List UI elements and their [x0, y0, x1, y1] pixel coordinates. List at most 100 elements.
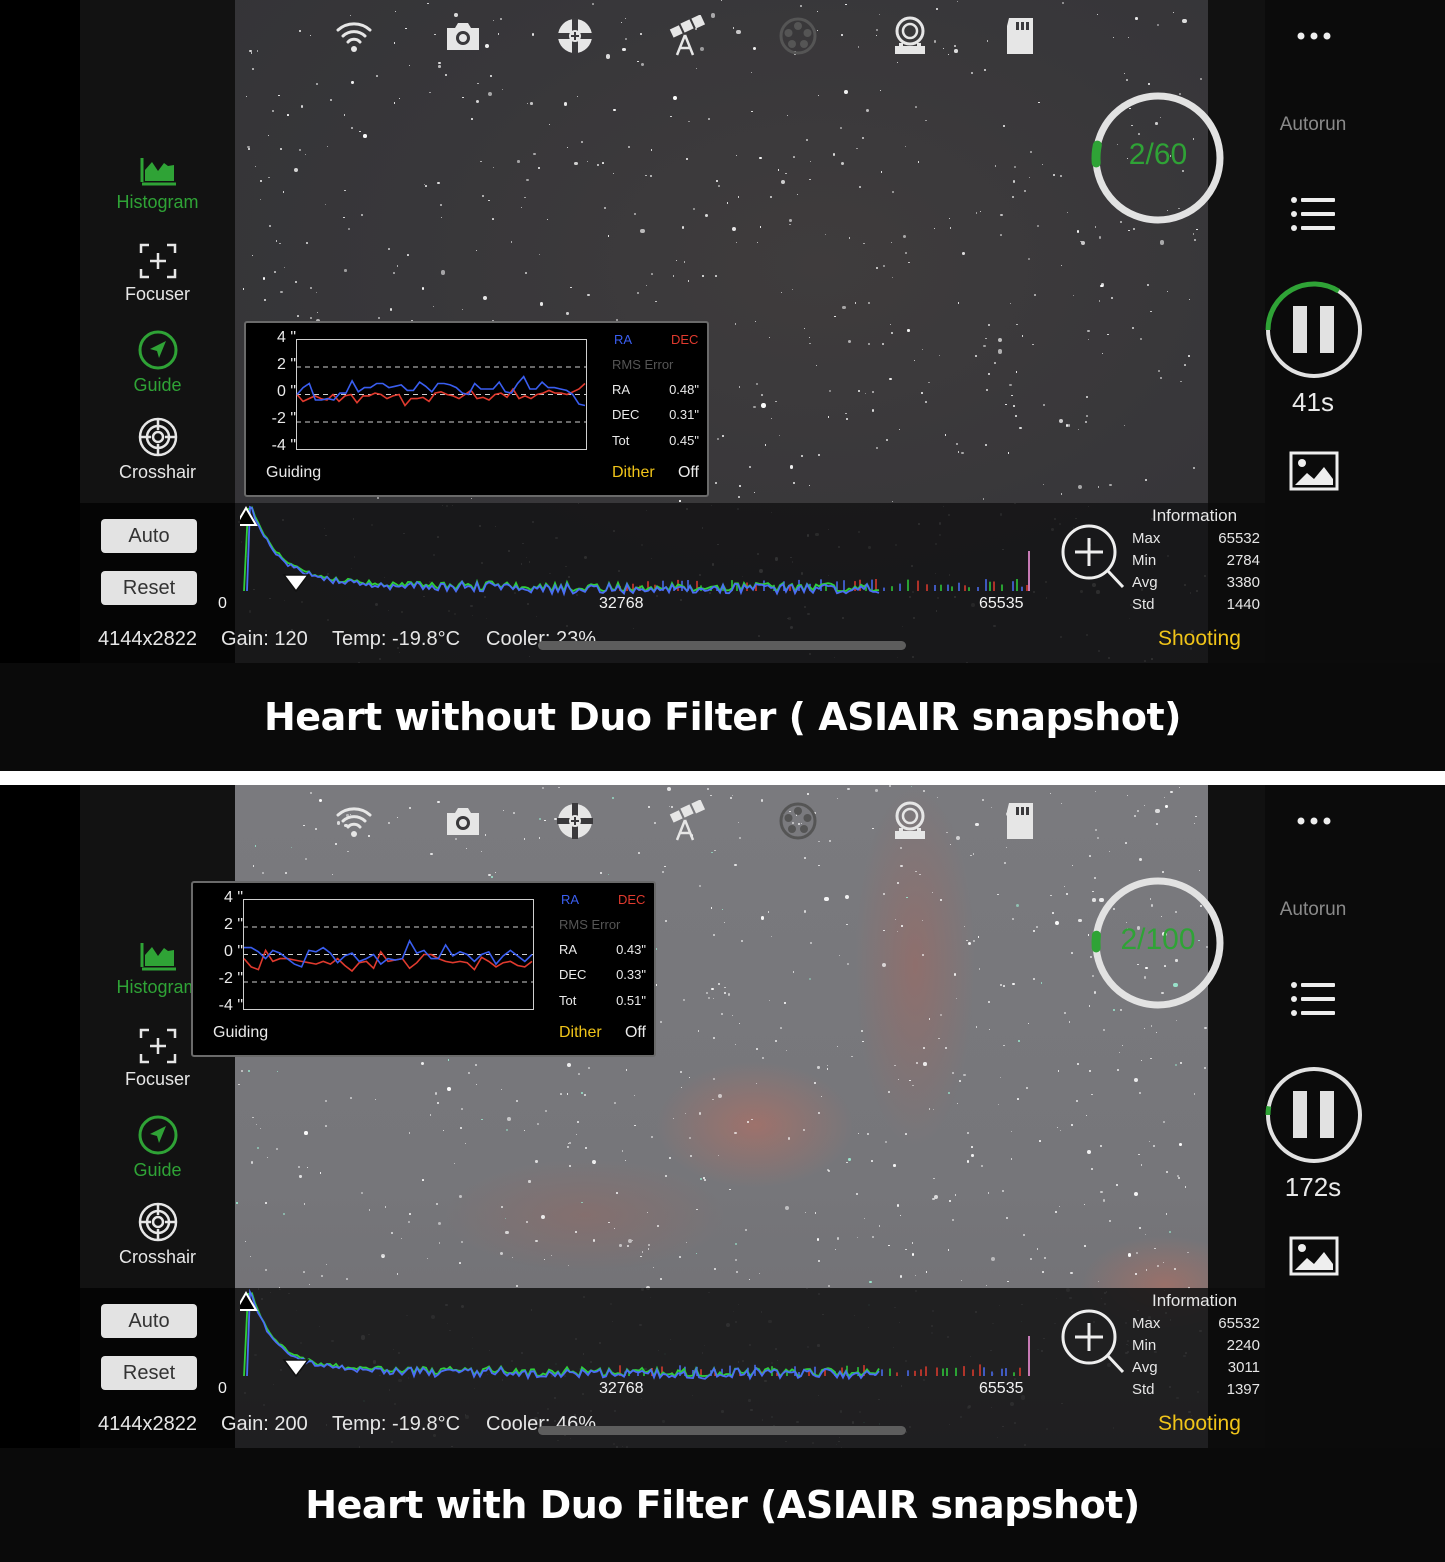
guiding-graph-panel[interactable]: 4 " 2 " 0 " -2 " -4 " RA DEC RMS Error R… [191, 881, 656, 1057]
image-gallery-icon[interactable] [1289, 1236, 1339, 1276]
histogram-bar: Auto Reset 0 32768 65535 4144x2822 Gain:… [80, 503, 1265, 663]
star [489, 74, 492, 77]
star [460, 1107, 463, 1111]
filter-wheel-icon[interactable] [776, 14, 820, 58]
rms-total-label: Tot [559, 993, 577, 1008]
star [602, 162, 604, 164]
sidebar-item-label: Guide [133, 375, 182, 395]
guide-scope-icon[interactable] [553, 799, 597, 843]
horizontal-scrollbar[interactable] [538, 1426, 906, 1435]
image-gallery-icon[interactable] [1289, 451, 1339, 491]
auto-stretch-button[interactable]: Auto [101, 519, 197, 553]
ellipsis-icon[interactable] [1296, 30, 1332, 42]
pause-button[interactable] [1264, 1065, 1364, 1165]
star [1071, 1123, 1074, 1126]
star [957, 302, 960, 304]
sd-card-icon[interactable] [999, 799, 1043, 843]
pause-icon [1320, 1091, 1334, 1138]
star [316, 83, 318, 85]
filter-wheel-icon[interactable] [776, 799, 820, 843]
star [757, 242, 758, 244]
list-icon[interactable] [1290, 981, 1336, 1017]
sd-card-icon[interactable] [999, 14, 1043, 58]
star [1121, 1044, 1124, 1046]
white-point-handle[interactable] [282, 1359, 310, 1378]
star [1140, 1164, 1143, 1166]
star [734, 1242, 737, 1245]
auto-stretch-button[interactable]: Auto [101, 1304, 197, 1338]
star [524, 196, 526, 198]
zoom-in-icon[interactable] [1060, 523, 1126, 591]
star [734, 1131, 737, 1134]
star [252, 865, 255, 868]
sidebar-item-focuser[interactable]: Focuser [80, 242, 235, 305]
star [956, 1103, 958, 1105]
zoom-in-icon[interactable] [1060, 1308, 1126, 1376]
guiding-graph-panel[interactable]: 4 " 2 " 0 " -2 " -4 " RA DEC RMS Error R… [244, 321, 709, 497]
star [1180, 1062, 1182, 1064]
star [705, 213, 709, 217]
star [1157, 369, 1161, 373]
dither-value[interactable]: Off [625, 1024, 646, 1042]
camera-icon[interactable] [441, 799, 485, 843]
star [1016, 323, 1018, 326]
autorun-label[interactable]: Autorun [1265, 899, 1361, 921]
star [1017, 1039, 1020, 1042]
star [425, 185, 427, 187]
star [1100, 284, 1103, 287]
reset-stretch-button[interactable]: Reset [101, 1356, 197, 1390]
star [715, 481, 718, 484]
sidebar-item-guide[interactable]: Guide [80, 329, 235, 396]
horizontal-scrollbar[interactable] [538, 641, 906, 650]
reset-stretch-button[interactable]: Reset [101, 571, 197, 605]
star [1166, 290, 1169, 292]
wifi-icon[interactable] [332, 799, 376, 843]
star [541, 1215, 545, 1219]
list-icon[interactable] [1290, 196, 1336, 232]
ellipsis-icon[interactable] [1296, 815, 1332, 827]
star [445, 74, 448, 77]
histogram-chart[interactable] [240, 1288, 1040, 1388]
star [1083, 1203, 1086, 1205]
star [826, 1064, 828, 1066]
sidebar-item-histogram[interactable]: Histogram [80, 156, 235, 213]
dither-label[interactable]: Dither [559, 1024, 602, 1042]
sidebar-item-crosshair[interactable]: Crosshair [80, 1201, 235, 1268]
telescope-mount-icon[interactable] [665, 14, 709, 58]
dither-label[interactable]: Dither [612, 464, 655, 482]
star [878, 1225, 881, 1227]
star [1009, 383, 1012, 387]
telescope-mount-icon[interactable] [665, 799, 709, 843]
star [481, 1118, 483, 1121]
info-avg-value: 3380 [1226, 574, 1260, 591]
pause-button[interactable] [1264, 280, 1364, 380]
star [464, 1143, 466, 1145]
sidebar-item-guide[interactable]: Guide [80, 1114, 235, 1181]
star [891, 191, 894, 194]
star [278, 242, 281, 245]
star [731, 226, 736, 232]
autorun-label[interactable]: Autorun [1265, 114, 1361, 136]
y-tick-label: -4 " [271, 437, 296, 454]
star [963, 1073, 966, 1076]
focuser-motor-icon[interactable] [888, 14, 932, 58]
star [956, 0, 958, 2]
star [857, 1132, 860, 1135]
wifi-icon[interactable] [332, 14, 376, 58]
sidebar-item-crosshair[interactable]: Crosshair [80, 416, 235, 483]
star [1187, 1251, 1189, 1254]
star [530, 102, 533, 105]
guide-scope-icon[interactable] [553, 14, 597, 58]
star [544, 1110, 547, 1112]
dither-value[interactable]: Off [678, 464, 699, 482]
star [1066, 212, 1068, 214]
focuser-motor-icon[interactable] [888, 799, 932, 843]
star [438, 65, 441, 68]
star [272, 110, 274, 113]
histogram-chart[interactable] [240, 503, 1040, 603]
star [1138, 1227, 1141, 1230]
star [299, 149, 301, 151]
camera-icon[interactable] [441, 14, 485, 58]
star [838, 954, 840, 956]
white-point-handle[interactable] [282, 574, 310, 593]
